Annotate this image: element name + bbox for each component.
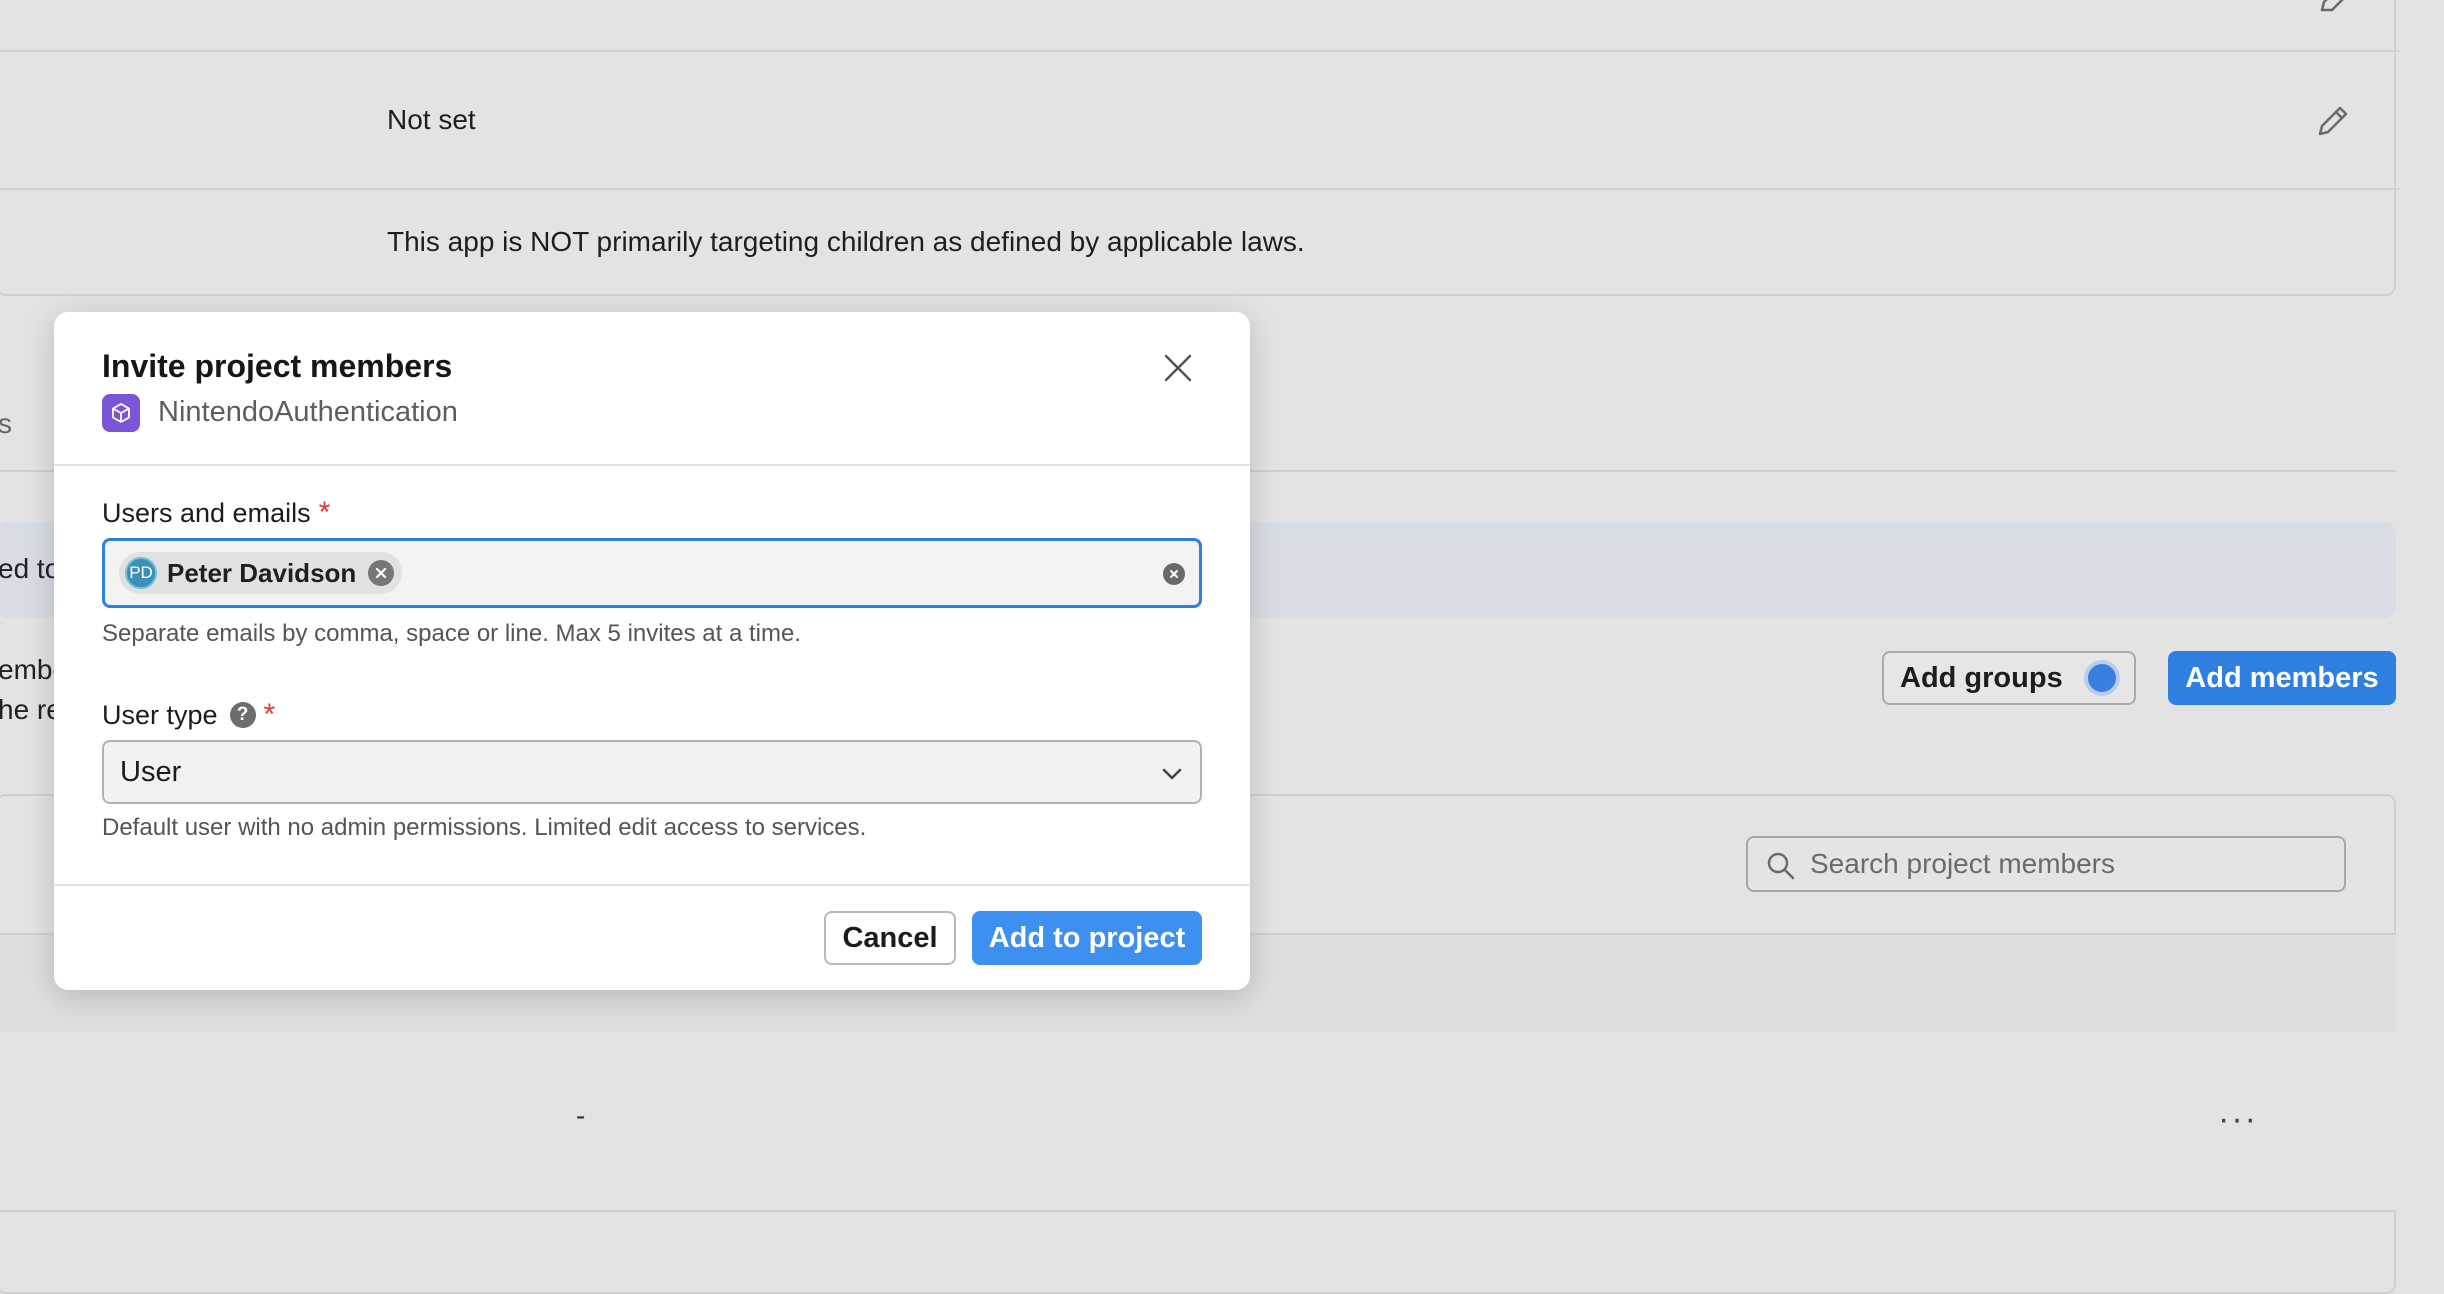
search-icon [1767,852,1795,880]
add-groups-button[interactable]: Add groups [1882,651,2136,705]
required-mark: * [318,496,331,529]
cancel-button[interactable]: Cancel [824,911,956,965]
cube-icon [102,394,140,432]
user-chip: PD Peter Davidson [119,552,403,594]
settings-row-top [0,0,2400,52]
pencil-icon[interactable] [2314,100,2354,140]
modal-title: Invite project members [102,348,453,384]
more-icon[interactable]: ··· [2218,1100,2258,1139]
settings-row-age [0,52,2400,190]
table-cell-dash: - [576,1100,586,1131]
children-policy-text: This app is NOT primarily targeting chil… [387,226,1305,257]
pencil-icon[interactable] [2314,0,2354,20]
close-icon[interactable] [1158,348,1198,388]
required-mark: * [263,698,276,731]
add-members-button[interactable]: Add members [2168,651,2396,705]
header-divider [54,464,1250,466]
tab-fragment[interactable]: s [0,408,12,440]
help-icon[interactable]: ? [229,702,256,728]
add-groups-label: Add groups [1900,661,2063,694]
users-emails-input[interactable]: PD Peter Davidson [102,538,1202,608]
user-type-label-text: User type [102,699,218,730]
user-chip-label: Peter Davidson [167,557,357,588]
footer-divider [54,884,1250,886]
search-placeholder: Search project members [1810,848,2116,879]
users-emails-label-text: Users and emails [102,497,311,528]
user-type-value: User [120,755,182,788]
users-emails-hint: Separate emails by comma, space or line.… [102,620,801,647]
remove-chip-icon[interactable] [368,560,395,586]
project-name: NintendoAuthentication [158,396,458,428]
search-members-input[interactable]: Search project members [1746,836,2346,892]
table-row [0,1032,2396,1212]
chevron-down-icon [1162,768,1182,780]
avatar: PD [125,557,157,589]
user-type-select[interactable]: User [102,740,1202,804]
invite-modal: Invite project members NintendoAuthentic… [54,312,1250,990]
user-type-hint: Default user with no admin permissions. … [102,814,867,841]
members-description-fragment: he re [0,694,62,725]
add-to-project-button[interactable]: Add to project [972,911,1202,965]
age-rating-value: Not set [387,104,476,135]
notice-text-fragment: ed to [0,553,61,584]
user-type-label: User type ? * [102,698,275,732]
users-emails-label: Users and emails * [102,496,330,530]
clear-icon[interactable] [1163,563,1185,585]
toggle-indicator[interactable] [2088,664,2116,692]
